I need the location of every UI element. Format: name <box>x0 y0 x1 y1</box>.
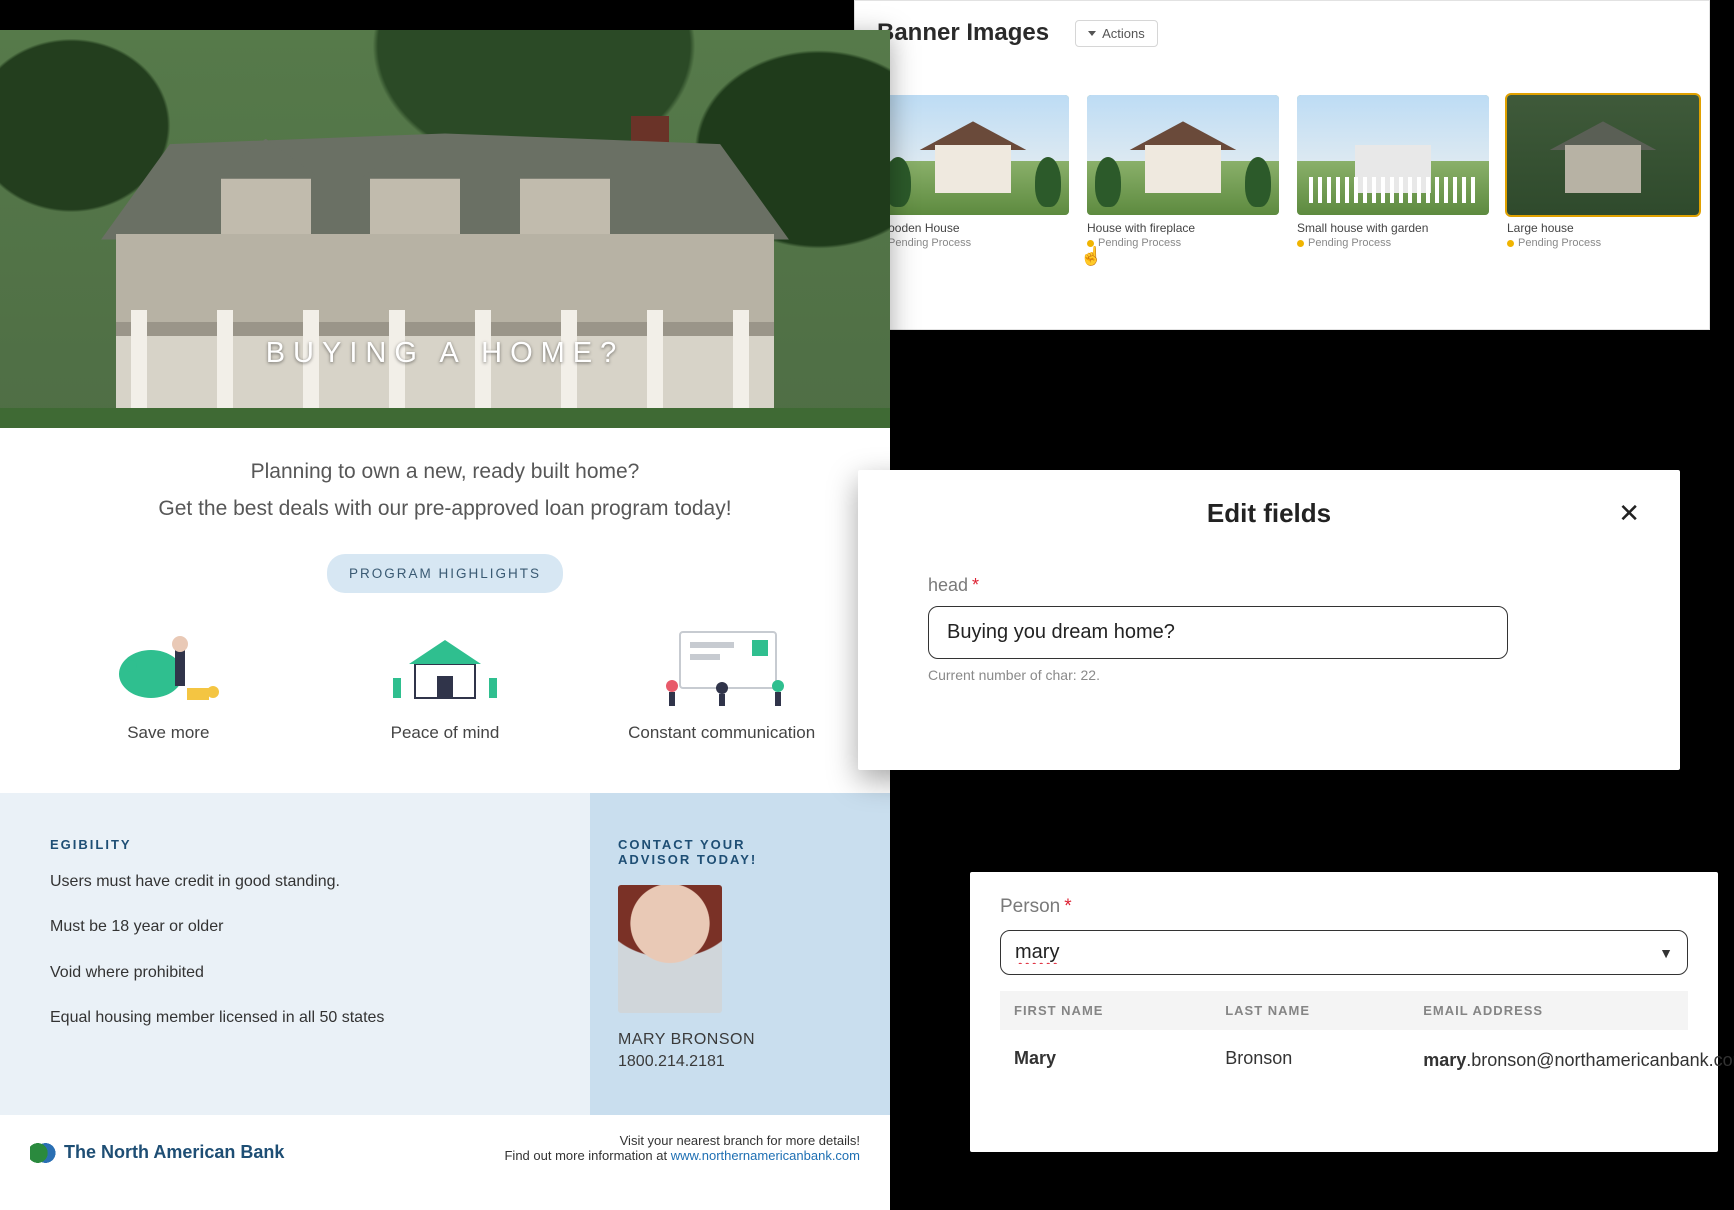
col-first-name: FIRST NAME <box>1014 1003 1225 1018</box>
hero-title: BUYING A HOME? <box>0 337 890 370</box>
field-label: head* <box>928 575 979 595</box>
thumb-status: Pending Process <box>877 237 1069 249</box>
required-asterisk-icon: * <box>972 575 979 595</box>
actions-button[interactable]: Actions <box>1075 20 1158 47</box>
hero-image: BUYING A HOME? <box>0 30 890 428</box>
banner-images-panel: Banner Images Actions Wooden House Pendi… <box>854 0 1710 330</box>
intro-line: Planning to own a new, ready built home? <box>40 454 850 491</box>
person-combobox[interactable]: ▼ <box>1000 930 1688 975</box>
intro-line: Get the best deals with our pre-approved… <box>40 491 850 528</box>
lower-section: EGIBILITY Users must have credit in good… <box>0 793 890 1115</box>
footer-line: Visit your nearest branch for more detai… <box>504 1133 860 1148</box>
edit-fields-modal: Edit fields ✕ head* Current number of ch… <box>858 470 1680 770</box>
thumb-caption: Large house <box>1507 221 1699 235</box>
person-lookup-panel: Person* ▼ FIRST NAME LAST NAME EMAIL ADD… <box>970 872 1718 1152</box>
brand: The North American Bank <box>30 1142 284 1163</box>
eligibility-line: Users must have credit in good standing. <box>50 870 540 893</box>
highlights-row: Save more Peace of mind <box>0 607 890 793</box>
col-last-name: LAST NAME <box>1225 1003 1423 1018</box>
footer-line: Find out more information at www.norther… <box>504 1148 860 1163</box>
eligibility-heading: EGIBILITY <box>50 837 540 852</box>
brand-name: The North American Bank <box>64 1142 284 1163</box>
flyer-document: BUYING A HOME? Planning to own a new, re… <box>0 30 890 1210</box>
cell-last-name: Bronson <box>1225 1048 1423 1072</box>
contact-block: CONTACT YOUR ADVISOR TODAY! MARY BRONSON… <box>590 793 890 1115</box>
table-header: FIRST NAME LAST NAME EMAIL ADDRESS <box>1000 991 1688 1030</box>
footer-link[interactable]: www.northernamericanbank.com <box>671 1148 860 1163</box>
highlight-item: Constant communication <box>602 617 842 743</box>
person-search-input[interactable] <box>1015 941 1659 964</box>
required-asterisk-icon: * <box>1064 896 1071 917</box>
chevron-down-icon[interactable]: ▼ <box>1659 945 1673 961</box>
intro-text: Planning to own a new, ready built home?… <box>0 428 890 607</box>
highlight-label: Peace of mind <box>325 723 565 743</box>
advisor-name: MARY BRONSON <box>618 1031 862 1049</box>
house-icon <box>325 617 565 717</box>
table-row[interactable]: Mary Bronson mary.bronson@northamericanb… <box>1000 1030 1688 1090</box>
person-label: Person* <box>1000 896 1072 917</box>
contact-heading: CONTACT YOUR ADVISOR TODAY! <box>618 837 862 867</box>
char-count-helper: Current number of char: 22. <box>928 667 1582 683</box>
banner-thumb[interactable]: Wooden House Pending Process <box>877 95 1069 249</box>
eligibility-line: Equal housing member licensed in all 50 … <box>50 1006 540 1029</box>
banner-thumbnails: Wooden House Pending Process House with … <box>877 95 1687 249</box>
advisor-phone: 1800.214.2181 <box>618 1053 862 1071</box>
thumb-status: Pending Process <box>1087 237 1279 249</box>
thumb-caption: House with fireplace <box>1087 221 1279 235</box>
highlights-badge: PROGRAM HIGHLIGHTS <box>327 554 563 594</box>
thumb-image <box>1297 95 1489 215</box>
results-table: FIRST NAME LAST NAME EMAIL ADDRESS Mary … <box>1000 991 1688 1090</box>
thumb-status: Pending Process <box>1297 237 1489 249</box>
thumb-image <box>1087 95 1279 215</box>
modal-title: Edit fields <box>1207 498 1331 529</box>
cell-first-name: Mary <box>1014 1048 1225 1072</box>
highlight-label: Constant communication <box>602 723 842 743</box>
presentation-icon <box>602 617 842 717</box>
thumb-caption: Wooden House <box>877 221 1069 235</box>
head-input[interactable] <box>928 606 1508 659</box>
eligibility-line: Must be 18 year or older <box>50 915 540 938</box>
status-dot-icon <box>1507 240 1514 247</box>
close-icon: ✕ <box>1618 498 1640 528</box>
caret-down-icon <box>1088 31 1096 36</box>
banner-thumb[interactable]: Large house Pending Process <box>1507 95 1699 249</box>
actions-label: Actions <box>1102 26 1145 41</box>
eligibility-block: EGIBILITY Users must have credit in good… <box>0 793 590 1115</box>
eligibility-line: Void where prohibited <box>50 961 540 984</box>
thumb-image <box>1507 95 1699 215</box>
footer-text: Visit your nearest branch for more detai… <box>504 1133 860 1163</box>
thumb-caption: Small house with garden <box>1297 221 1489 235</box>
advisor-photo <box>618 885 722 1013</box>
thumb-image <box>877 95 1069 215</box>
thumb-status: Pending Process <box>1507 237 1699 249</box>
col-email: EMAIL ADDRESS <box>1423 1003 1674 1018</box>
highlight-item: Peace of mind <box>325 617 565 743</box>
highlight-item: Save more <box>48 617 288 743</box>
flyer-footer: The North American Bank Visit your neare… <box>0 1115 890 1187</box>
banner-thumb[interactable]: Small house with garden Pending Process <box>1297 95 1489 249</box>
brand-logo-icon <box>30 1143 56 1163</box>
cell-email: mary.bronson@northamericanbank.com <box>1423 1048 1674 1072</box>
banner-thumb[interactable]: House with fireplace Pending Process <box>1087 95 1279 249</box>
status-dot-icon <box>1087 240 1094 247</box>
piggy-bank-icon <box>48 617 288 717</box>
highlight-label: Save more <box>48 723 288 743</box>
status-dot-icon <box>1297 240 1304 247</box>
banner-images-title: Banner Images <box>877 19 1049 47</box>
close-button[interactable]: ✕ <box>1618 498 1640 529</box>
